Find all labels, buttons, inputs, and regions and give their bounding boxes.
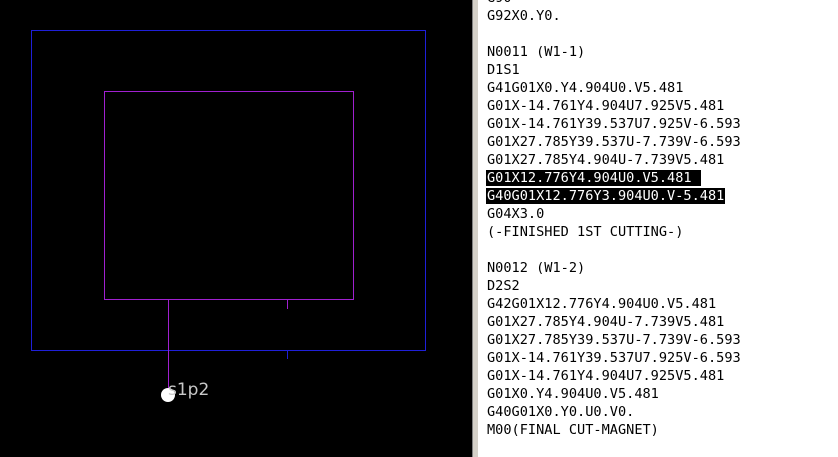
code-line-selected[interactable]: G01X12.776Y4.904U0.V5.481 <box>486 169 742 187</box>
code-line-text: G01X27.785Y39.537U-7.739V-6.593 <box>487 134 741 150</box>
code-line[interactable]: G41G01X0.Y4.904U0.V5.481 <box>486 79 742 97</box>
code-line[interactable]: G01X27.785Y39.537U-7.739V-6.593 <box>486 331 742 349</box>
code-line[interactable]: G40G01X0.Y0.U0.V0. <box>486 403 742 421</box>
code-line[interactable] <box>486 25 742 43</box>
inner-contour[interactable] <box>104 91 354 300</box>
code-line[interactable] <box>486 241 742 259</box>
code-line[interactable]: G92X0.Y0. <box>486 7 742 25</box>
code-line[interactable]: D1S1 <box>486 61 742 79</box>
code-line-text: G40G01X0.Y0.U0.V0. <box>487 404 635 420</box>
inner-exit-tick <box>287 299 288 309</box>
code-line[interactable]: G01X-14.761Y39.537U7.925V-6.593 <box>486 349 742 367</box>
code-line[interactable]: G04X3.0 <box>486 205 742 223</box>
code-line-text: M00(FINAL CUT-MAGNET) <box>487 422 659 438</box>
code-line[interactable]: (-FINISHED 1ST CUTTING-) <box>486 223 742 241</box>
code-line[interactable]: M00(FINAL CUT-MAGNET) <box>486 421 742 439</box>
code-line-text: G01X12.776Y4.904U0.V5.481 <box>486 170 701 186</box>
code-line-text: D2S2 <box>487 278 520 294</box>
code-line[interactable]: G01X-14.761Y4.904U7.925V5.481 <box>486 97 742 115</box>
code-line-text: D1S1 <box>487 62 520 78</box>
code-line-text: G01X27.785Y4.904U-7.739V5.481 <box>487 152 725 168</box>
code-line[interactable]: G01X27.785Y4.904U-7.739V5.481 <box>486 151 742 169</box>
code-line-text: G40G01X12.776Y3.904U0.V-5.481 <box>486 188 726 204</box>
code-line[interactable]: G90 <box>486 0 742 7</box>
code-line-text: N0012 (W1-2) <box>487 260 586 276</box>
code-line-text: N0011 (W1-1) <box>487 44 586 60</box>
code-line-text: G01X-14.761Y39.537U7.925V-6.593 <box>487 116 741 132</box>
code-line[interactable]: D2S2 <box>486 277 742 295</box>
code-line[interactable]: N0012 (W1-2) <box>486 259 742 277</box>
lead-in-line <box>168 299 169 393</box>
code-line-text: G42G01X12.776Y4.904U0.V5.481 <box>487 296 717 312</box>
code-line[interactable]: G01X-14.761Y4.904U7.925V5.481 <box>486 367 742 385</box>
code-line-text: (-FINISHED 1ST CUTTING-) <box>487 224 684 240</box>
code-line-text: G01X-14.761Y39.537U7.925V-6.593 <box>487 350 741 366</box>
code-line[interactable]: G01X0.Y4.904U0.V5.481 <box>486 385 742 403</box>
code-line-selected[interactable]: G40G01X12.776Y3.904U0.V-5.481 <box>486 187 742 205</box>
code-line-text: G01X-14.761Y4.904U7.925V5.481 <box>487 98 725 114</box>
code-line-text: G04X3.0 <box>487 206 545 222</box>
cad-viewport[interactable]: s1p2 <box>0 0 472 457</box>
code-line-text: G92X0.Y0. <box>487 8 561 24</box>
code-line[interactable]: G01X27.785Y4.904U-7.739V5.481 <box>486 313 742 331</box>
nc-code-editor[interactable]: G90 G92X0.Y0. N0011 (W1-1) D1S1 G41G01X0.Y4.… <box>478 0 838 457</box>
code-line-text: G01X-14.761Y4.904U7.925V5.481 <box>487 368 725 384</box>
code-line[interactable]: G42G01X12.776Y4.904U0.V5.481 <box>486 295 742 313</box>
code-line[interactable]: N0011 (W1-1) <box>486 43 742 61</box>
code-line-text: G01X0.Y4.904U0.V5.481 <box>487 386 659 402</box>
outer-exit-tick <box>287 350 288 359</box>
code-line-text: G01X27.785Y4.904U-7.739V5.481 <box>487 314 725 330</box>
code-line[interactable]: G01X27.785Y39.537U-7.739V-6.593 <box>486 133 742 151</box>
code-line-text: G01X27.785Y39.537U-7.739V-6.593 <box>487 332 741 348</box>
code-line-text: G41G01X0.Y4.904U0.V5.481 <box>487 80 684 96</box>
code-line[interactable]: G01X-14.761Y39.537U7.925V-6.593 <box>486 115 742 133</box>
code-line-text: G90 <box>486 0 513 6</box>
start-point-label: s1p2 <box>168 380 210 400</box>
nc-code-lines: G90 G92X0.Y0. N0011 (W1-1) D1S1 G41G01X0.Y4.… <box>486 0 742 439</box>
